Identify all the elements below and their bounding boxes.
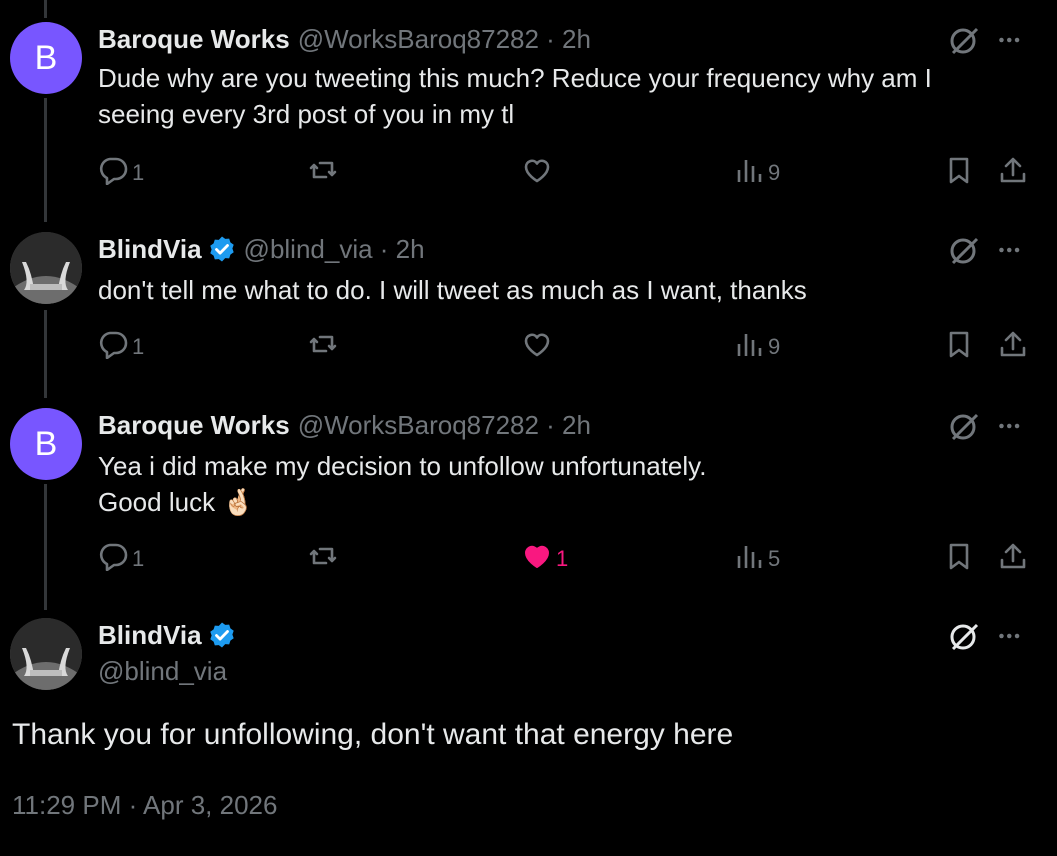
action-bar: 1 9 bbox=[98, 156, 1038, 190]
retweet-button[interactable] bbox=[308, 542, 338, 576]
tweet-header: Baroque Works @WorksBaroq87282 · 2h bbox=[98, 408, 591, 442]
tweet-top-actions bbox=[948, 620, 1026, 652]
author-handle[interactable]: @blind_via · 2h bbox=[244, 234, 425, 265]
avatar[interactable]: B bbox=[10, 22, 82, 94]
like-button[interactable] bbox=[522, 330, 552, 364]
author-name[interactable]: Baroque Works bbox=[98, 24, 290, 55]
views-button[interactable]: 9 bbox=[734, 330, 780, 364]
author-handle[interactable]: @WorksBaroq87282 · 2h bbox=[298, 24, 591, 55]
action-bar: 1 9 bbox=[98, 330, 1038, 364]
grok-icon[interactable] bbox=[948, 24, 980, 56]
avatar[interactable] bbox=[10, 232, 82, 304]
more-dots-icon[interactable] bbox=[996, 25, 1026, 55]
grok-icon[interactable] bbox=[948, 234, 980, 266]
bookmark-icon bbox=[944, 155, 974, 191]
tweet-text-line: don't tell me what to do. I will tweet a… bbox=[98, 275, 807, 305]
tweet-text: Thank you for unfollowing, don't want th… bbox=[12, 718, 734, 751]
tweet-top-actions bbox=[948, 234, 1026, 266]
reply-count: 1 bbox=[132, 160, 145, 185]
avatar-letter: B bbox=[34, 424, 58, 463]
share-button[interactable] bbox=[998, 330, 1028, 364]
tweet-top-actions bbox=[948, 410, 1026, 442]
tweet-text-line: Dude why are you tweeting this much? Red… bbox=[98, 63, 932, 93]
view-count: 9 bbox=[768, 334, 781, 359]
share-icon bbox=[998, 541, 1028, 577]
like-count: 1 bbox=[556, 546, 569, 571]
retweet-icon bbox=[308, 541, 338, 577]
tweet-text-line: seeing every 3rd post of you in my tl bbox=[98, 99, 515, 129]
avatar[interactable] bbox=[10, 618, 82, 690]
reply-count: 1 bbox=[132, 546, 145, 571]
thread-line bbox=[44, 98, 47, 222]
like-button[interactable]: 1 bbox=[522, 542, 568, 576]
retweet-button[interactable] bbox=[308, 330, 338, 364]
views-button[interactable]: 9 bbox=[734, 156, 780, 190]
thread-line bbox=[44, 310, 47, 398]
view-count: 5 bbox=[768, 546, 781, 571]
tweet-text: Yea i did make my decision to unfollow u… bbox=[98, 448, 998, 520]
avatar-letter: B bbox=[34, 38, 58, 77]
views-chart-icon bbox=[734, 329, 764, 365]
like-button[interactable] bbox=[522, 156, 552, 190]
more-dots-icon[interactable] bbox=[996, 621, 1026, 651]
views-chart-icon bbox=[734, 541, 764, 577]
tweet-header: Baroque Works @WorksBaroq87282 · 2h bbox=[98, 22, 591, 56]
tweet-text-line: Yea i did make my decision to unfollow u… bbox=[98, 451, 707, 481]
view-count: 9 bbox=[768, 160, 781, 185]
retweet-icon bbox=[308, 329, 338, 365]
tweet-top-actions bbox=[948, 24, 1026, 56]
tweet-timestamp[interactable]: 11:29 PM · Apr 3, 2026 bbox=[12, 790, 277, 821]
heart-icon bbox=[522, 155, 552, 191]
tweet-header: BlindVia bbox=[98, 618, 236, 652]
avatar[interactable]: B bbox=[10, 408, 82, 480]
bookmark-icon bbox=[944, 541, 974, 577]
share-button[interactable] bbox=[998, 156, 1028, 190]
share-icon bbox=[998, 155, 1028, 191]
thread-line bbox=[44, 0, 47, 18]
more-dots-icon[interactable] bbox=[996, 235, 1026, 265]
action-bar: 1 1 5 bbox=[98, 542, 1038, 576]
author-handle[interactable]: @WorksBaroq87282 · 2h bbox=[298, 410, 591, 441]
author-name[interactable]: Baroque Works bbox=[98, 410, 290, 441]
share-button[interactable] bbox=[998, 542, 1028, 576]
bookmark-button[interactable] bbox=[944, 542, 974, 576]
bookmark-button[interactable] bbox=[944, 156, 974, 190]
more-dots-icon[interactable] bbox=[996, 411, 1026, 441]
author-name[interactable]: BlindVia bbox=[98, 234, 202, 265]
verified-badge-icon bbox=[208, 621, 236, 649]
reply-icon bbox=[98, 329, 128, 365]
tweet-header: BlindVia @blind_via · 2h bbox=[98, 232, 425, 266]
reply-button[interactable]: 1 bbox=[98, 542, 144, 576]
reply-count: 1 bbox=[132, 334, 145, 359]
heart-icon bbox=[522, 541, 552, 577]
views-chart-icon bbox=[734, 155, 764, 191]
author-handle[interactable]: @blind_via bbox=[98, 656, 227, 687]
tweet-text-line: Good luck 🤞🏻 bbox=[98, 487, 255, 517]
author-name[interactable]: BlindVia bbox=[98, 620, 202, 651]
reply-button[interactable]: 1 bbox=[98, 330, 144, 364]
reply-button[interactable]: 1 bbox=[98, 156, 144, 190]
share-icon bbox=[998, 329, 1028, 365]
thread-page: B Baroque Works @WorksBaroq87282 · 2h Du… bbox=[0, 0, 1057, 856]
reply-icon bbox=[98, 541, 128, 577]
tweet-text: Dude why are you tweeting this much? Red… bbox=[98, 60, 998, 132]
grok-icon[interactable] bbox=[948, 410, 980, 442]
tweet-text: don't tell me what to do. I will tweet a… bbox=[98, 272, 998, 308]
grok-icon[interactable] bbox=[948, 620, 980, 652]
heart-icon bbox=[522, 329, 552, 365]
thread-line bbox=[44, 484, 47, 610]
verified-badge-icon bbox=[208, 235, 236, 263]
retweet-button[interactable] bbox=[308, 156, 338, 190]
bookmark-button[interactable] bbox=[944, 330, 974, 364]
views-button[interactable]: 5 bbox=[734, 542, 780, 576]
retweet-icon bbox=[308, 155, 338, 191]
bookmark-icon bbox=[944, 329, 974, 365]
reply-icon bbox=[98, 155, 128, 191]
